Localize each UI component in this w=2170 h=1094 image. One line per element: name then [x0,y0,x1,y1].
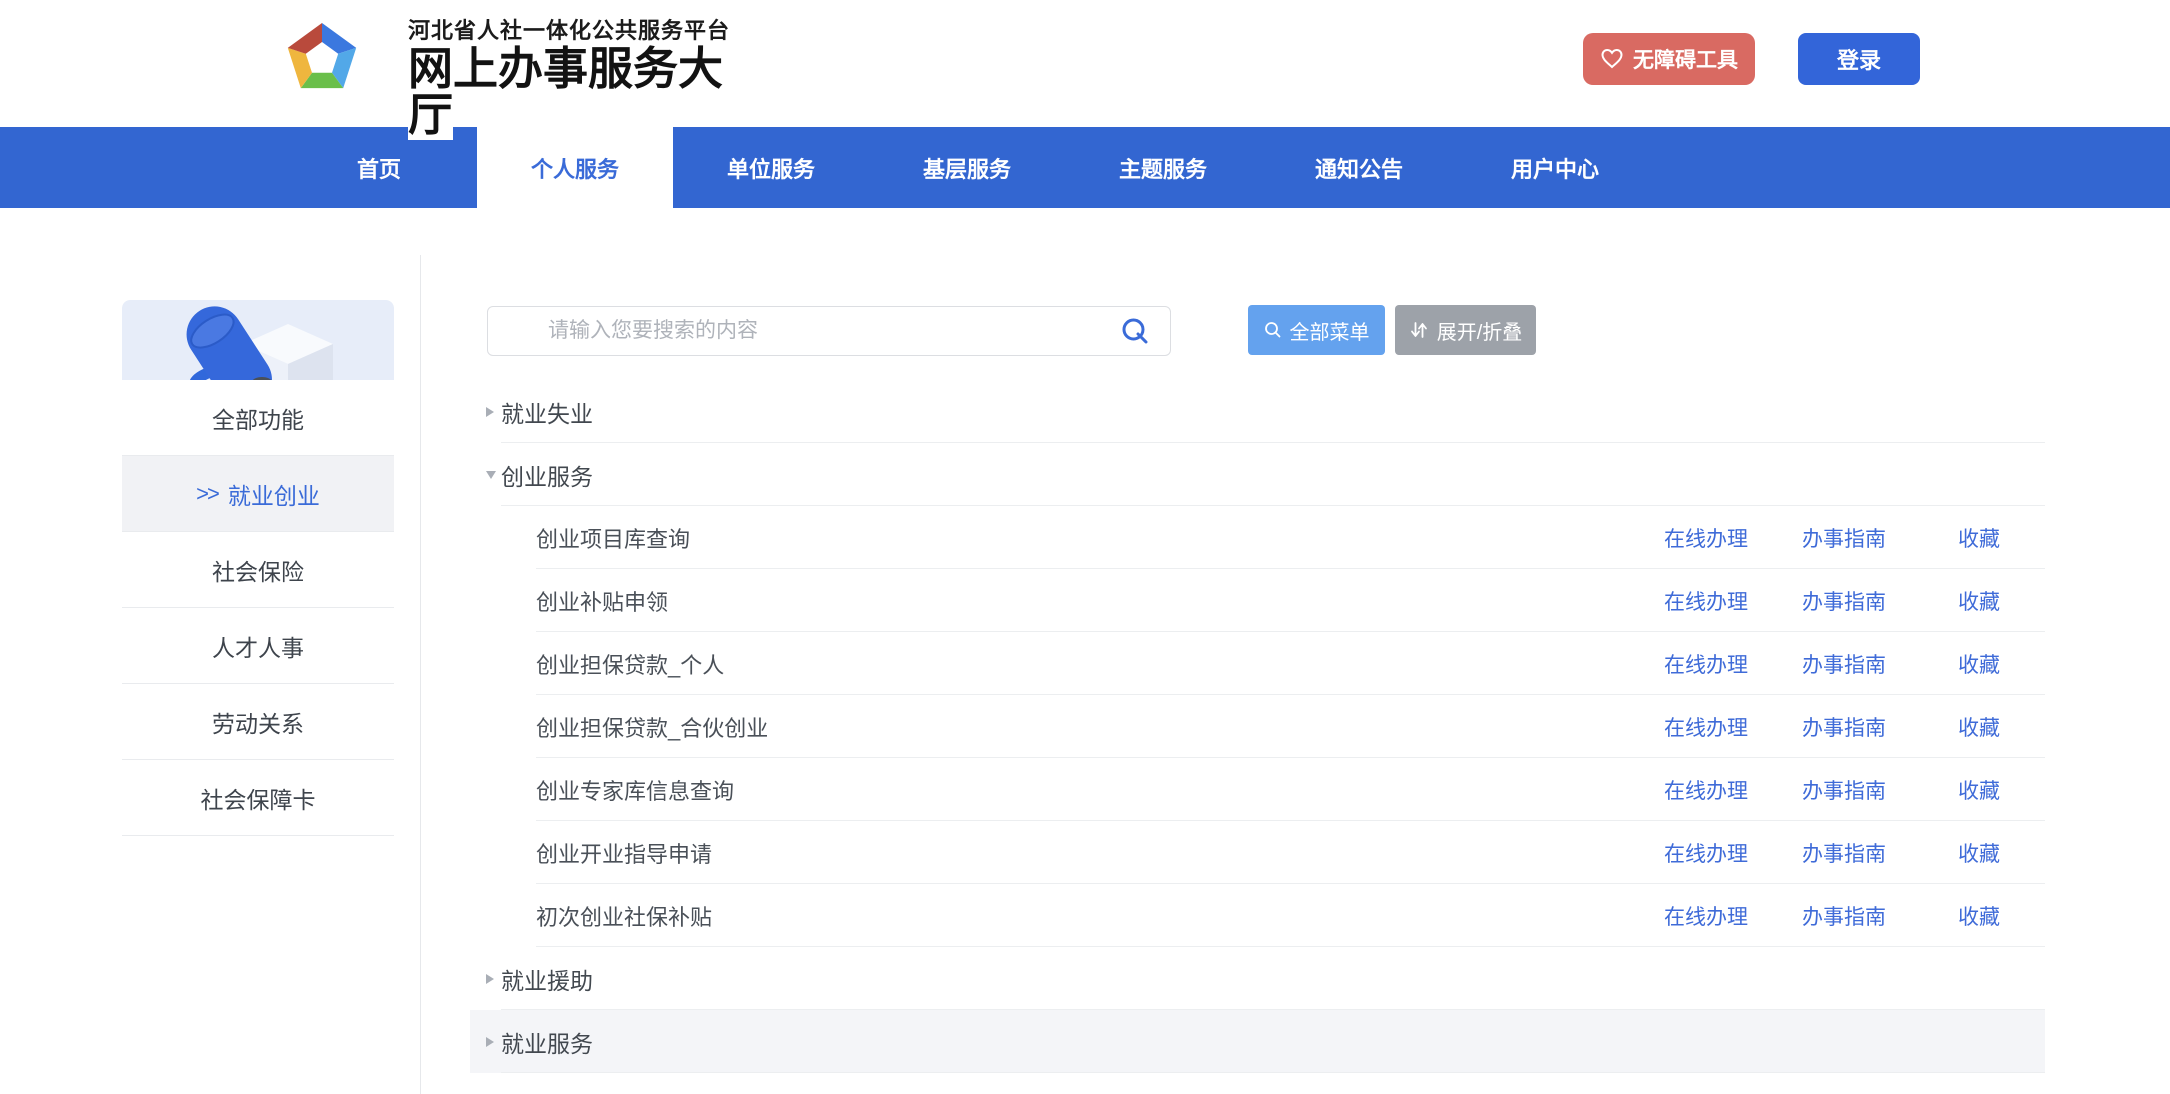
main-nav: 首页 个人服务 单位服务 基层服务 主题服务 通知公告 用户中心 [0,127,2170,208]
service-row-guaranteed-loan-partnership: 创业担保贷款_合伙创业 在线办理 办事指南 收藏 [470,695,2045,758]
page: 河北省人社一体化公共服务平台 网上办事服务大厅 无障碍工具 登录 首页 个人服务… [0,0,2170,1094]
favorite-link[interactable]: 收藏 [1957,775,2001,805]
sidebar-item-employment-entrepreneurship[interactable]: >> 就业创业 [122,456,394,532]
favorite-link[interactable]: 收藏 [1957,838,2001,868]
service-name: 创业开业指导申请 [536,837,712,869]
sidebar-item-talent-personnel[interactable]: 人才人事 [122,608,394,684]
nav-tab-personal-services[interactable]: 个人服务 [477,127,673,208]
category-row-employment-services[interactable]: 就业服务 [470,1010,2045,1073]
expand-collapse-label: 展开/折叠 [1437,316,1523,345]
category-label: 创业服务 [501,458,593,492]
online-handle-link[interactable]: 在线办理 [1664,775,1748,805]
favorite-link[interactable]: 收藏 [1957,712,2001,742]
row-actions: 在线办理 办事指南 收藏 [1664,695,2001,758]
category-row-employment-assistance[interactable]: 就业援助 [470,947,2045,1010]
service-guide-link[interactable]: 办事指南 [1802,586,1886,616]
service-row-expert-library-query: 创业专家库信息查询 在线办理 办事指南 收藏 [470,758,2045,821]
category-label: 就业失业 [501,395,593,429]
portal-title: 网上办事服务大厅 [408,46,738,138]
login-label: 登录 [1837,43,1881,75]
expand-collapse-button[interactable]: 展开/折叠 [1395,305,1536,355]
sidebar-item-labor-relations[interactable]: 劳动关系 [122,684,394,760]
category-label: 就业服务 [501,1025,593,1059]
site-logo-icon [282,16,362,96]
service-guide-link[interactable]: 办事指南 [1802,712,1886,742]
row-actions: 在线办理 办事指南 收藏 [1664,758,2001,821]
row-actions: 在线办理 办事指南 收藏 [1664,569,2001,632]
search-box [487,306,1171,356]
service-row-first-entrepreneurship-social-subsidy: 初次创业社保补贴 在线办理 办事指南 收藏 [470,884,2045,947]
search-icon[interactable] [1121,317,1149,345]
sidebar-menu: 全部功能 >> 就业创业 社会保险 人才人事 劳动关系 社会保障卡 [122,380,394,836]
heart-icon [1600,47,1624,71]
row-actions: 在线办理 办事指南 收藏 [1664,632,2001,695]
service-row-guaranteed-loan-personal: 创业担保贷款_个人 在线办理 办事指南 收藏 [470,632,2045,695]
accessibility-label: 无障碍工具 [1633,44,1738,74]
all-menu-button[interactable]: 全部菜单 [1248,305,1385,355]
search-input[interactable] [487,306,1171,356]
service-name: 创业补贴申领 [536,585,668,617]
header: 河北省人社一体化公共服务平台 网上办事服务大厅 无障碍工具 登录 [0,0,2170,127]
all-menu-label: 全部菜单 [1290,316,1370,345]
service-name: 创业担保贷款_合伙创业 [536,711,768,743]
chevron-right-icon [486,1037,494,1047]
category-row-entrepreneurship-services[interactable]: 创业服务 [470,443,2045,506]
service-guide-link[interactable]: 办事指南 [1802,775,1886,805]
service-guide-link[interactable]: 办事指南 [1802,901,1886,931]
online-handle-link[interactable]: 在线办理 [1664,838,1748,868]
service-guide-link[interactable]: 办事指南 [1802,838,1886,868]
search-icon-small [1264,321,1282,339]
site-titles: 河北省人社一体化公共服务平台 网上办事服务大厅 [408,16,738,138]
sidebar-illustration [122,300,394,380]
online-handle-link[interactable]: 在线办理 [1664,712,1748,742]
service-guide-link[interactable]: 办事指南 [1802,649,1886,679]
row-actions: 在线办理 办事指南 收藏 [1664,884,2001,947]
sidebar-item-all-functions[interactable]: 全部功能 [122,380,394,456]
service-name: 创业担保贷款_个人 [536,648,724,680]
up-down-arrows-icon [1409,320,1429,340]
service-name: 创业项目库查询 [536,522,690,554]
platform-subtitle: 河北省人社一体化公共服务平台 [408,16,738,46]
sidebar-item-social-insurance[interactable]: 社会保险 [122,532,394,608]
online-handle-link[interactable]: 在线办理 [1664,649,1748,679]
favorite-link[interactable]: 收藏 [1957,649,2001,679]
service-row-project-library-query: 创业项目库查询 在线办理 办事指南 收藏 [470,506,2045,569]
service-row-subsidy-application: 创业补贴申领 在线办理 办事指南 收藏 [470,569,2045,632]
service-guide-link[interactable]: 办事指南 [1802,523,1886,553]
favorite-link[interactable]: 收藏 [1957,901,2001,931]
service-name: 创业专家库信息查询 [536,774,734,806]
favorite-link[interactable]: 收藏 [1957,586,2001,616]
chevron-right-icon [486,974,494,984]
chevron-down-icon [486,471,496,479]
nav-tab-user-center[interactable]: 用户中心 [1457,127,1653,208]
nav-tab-grassroots-services[interactable]: 基层服务 [869,127,1065,208]
divider [501,1072,2045,1073]
online-handle-link[interactable]: 在线办理 [1664,586,1748,616]
service-name: 初次创业社保补贴 [536,900,712,932]
service-row-opening-guidance-application: 创业开业指导申请 在线办理 办事指南 收藏 [470,821,2045,884]
sidebar-item-social-security-card[interactable]: 社会保障卡 [122,760,394,836]
category-label: 就业援助 [501,962,593,996]
nav-tab-unit-services[interactable]: 单位服务 [673,127,869,208]
row-actions: 在线办理 办事指南 收藏 [1664,821,2001,884]
login-button[interactable]: 登录 [1798,33,1920,85]
nav-tab-notices[interactable]: 通知公告 [1261,127,1457,208]
favorite-link[interactable]: 收藏 [1957,523,2001,553]
active-item-prefix: >> [196,481,218,507]
accessibility-tools-button[interactable]: 无障碍工具 [1583,33,1755,85]
online-handle-link[interactable]: 在线办理 [1664,901,1748,931]
service-list: 就业失业 创业服务 创业项目库查询 在线办理 办事指南 收藏 创业补贴申领 在线… [470,380,2045,1073]
nav-tab-theme-services[interactable]: 主题服务 [1065,127,1261,208]
online-handle-link[interactable]: 在线办理 [1664,523,1748,553]
category-row-employment-unemployment[interactable]: 就业失业 [470,380,2045,443]
vertical-divider [420,255,421,1094]
nav-tabs: 首页 个人服务 单位服务 基层服务 主题服务 通知公告 用户中心 [281,127,1653,208]
row-actions: 在线办理 办事指南 收藏 [1664,506,2001,569]
chevron-right-icon [486,407,494,417]
